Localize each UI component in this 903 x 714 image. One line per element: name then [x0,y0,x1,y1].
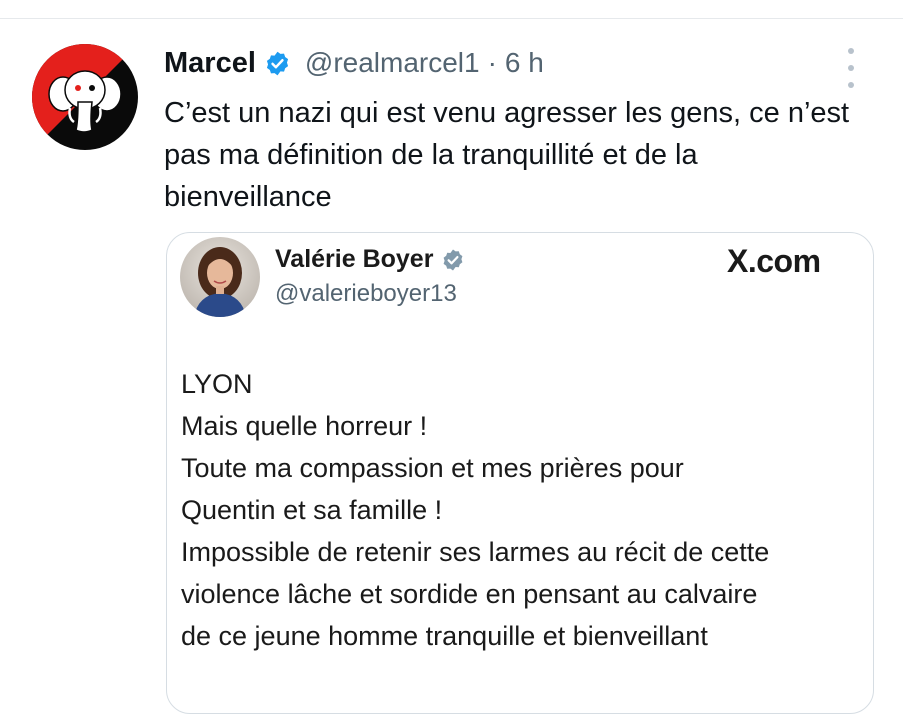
portrait-photo [180,237,260,317]
quote-line: Quentin et sa famille ! [181,495,443,525]
author-handle[interactable]: @realmarcel1 [305,47,480,79]
author-name[interactable]: Marcel [164,47,256,80]
header-separator: · [487,47,497,78]
quote-author-name[interactable]: Valérie Boyer [275,245,433,274]
quote-line: Impossible de retenir ses larmes au réci… [181,537,770,567]
tweet-header: Marcel @realmarcel1 · 6 h [164,42,544,84]
top-divider [0,18,903,19]
quote-line: LYON [181,369,253,399]
quote-avatar[interactable] [180,237,260,317]
quote-name-row: Valérie Boyer [275,245,465,274]
more-dot [848,48,854,54]
quote-body: LYON Mais quelle horreur ! Toute ma comp… [181,363,871,657]
elephant-logo-icon [32,44,138,150]
more-dot [848,65,854,71]
quote-line: de ce jeune homme tranquille et bienveil… [181,621,708,651]
quote-line: Toute ma compassion et mes prières pour [181,453,684,483]
verified-badge-icon [264,50,291,77]
more-dot [848,82,854,88]
quote-line: Mais quelle horreur ! [181,411,428,441]
grey-verified-badge-icon [441,248,465,272]
tweet-text: C’est un nazi qui est venu agresser les … [164,97,850,213]
avatar[interactable] [32,44,138,150]
quoted-tweet-card[interactable]: Valérie Boyer @valerieboyer13 X.com LYON… [166,232,874,714]
quote-line: violence lâche et sordide en pensant au … [181,579,758,609]
tweet-timestamp[interactable]: 6 h [505,47,544,79]
more-options-icon[interactable] [838,48,864,88]
quote-author-handle[interactable]: @valerieboyer13 [275,280,457,308]
x-com-logo: X.com [727,243,821,279]
